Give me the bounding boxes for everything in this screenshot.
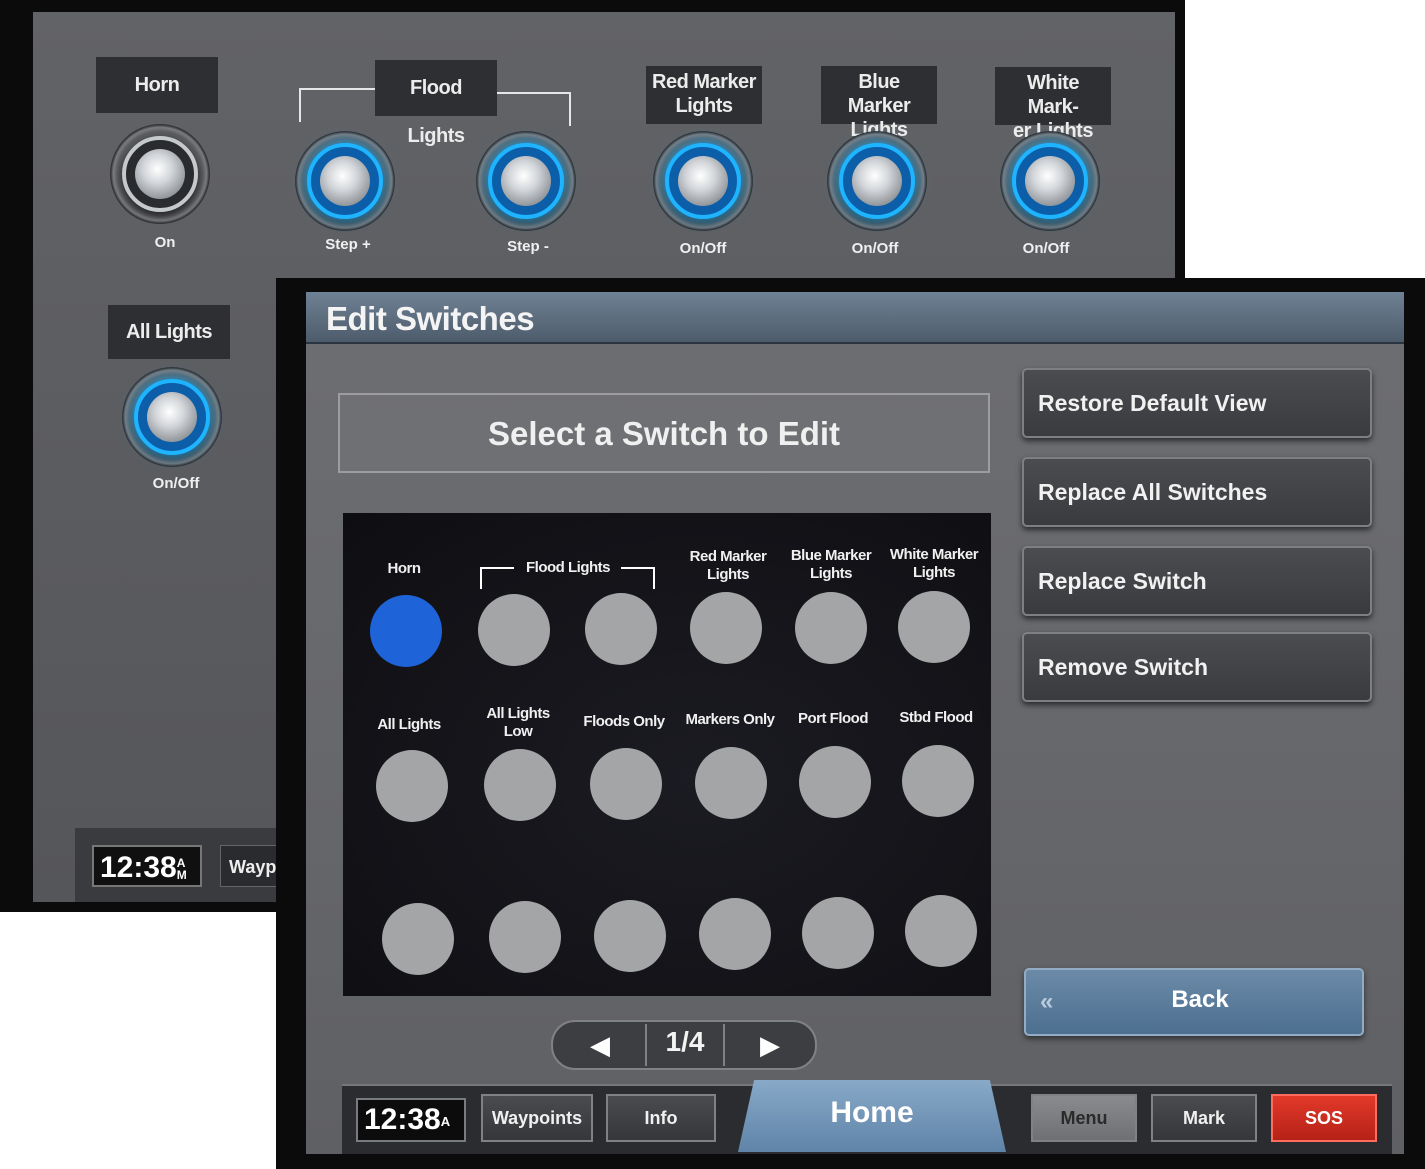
clock: 12:38A [356,1098,466,1142]
waypoints-button[interactable]: Waypoints [481,1094,593,1142]
grid-label-white-marker: White Marker Lights [882,546,986,582]
all-lights-cap [147,392,197,442]
all-lights-label: All Lights [108,305,230,359]
red-marker-label: Red Marker Lights [646,66,762,124]
grid-slot-port-flood[interactable] [799,746,871,818]
flood-step-up-switch[interactable] [295,131,395,231]
grid-label-blue-marker-line2: Lights [810,565,853,582]
blue-marker-cap [852,156,902,206]
flood-step-up-cap [320,156,370,206]
grid-label-all-lights-low: All Lights Low [466,705,570,741]
previous-page-button[interactable]: ◀ [557,1022,643,1068]
back-clock-ampm-m: M [176,868,187,883]
home-tab[interactable]: Home [738,1080,1006,1152]
blue-marker-switch[interactable] [827,131,927,231]
grid-slot-stbd-flood[interactable] [902,745,974,817]
grid-label-all-lights-low-line2: Low [503,723,533,740]
blue-marker-state-label: On/Off [851,240,899,257]
grid-slot-flood-step-up[interactable] [478,594,550,666]
grid-slot-markers-only[interactable] [695,747,767,819]
clock-time: 12:38 [364,1103,441,1136]
grid-slot-flood-step-down[interactable] [585,593,657,665]
page-indicator: 1/4 [665,1026,705,1057]
horn-switch[interactable] [110,124,210,224]
red-marker-label-line1: Red Marker [652,71,756,93]
grid-label-markers-only: Markers Only [685,711,775,728]
triangle-right-icon: ▶ [760,1029,780,1060]
pager-divider [723,1024,725,1066]
triangle-left-icon: ◀ [590,1029,610,1060]
flood-bracket-right [497,92,571,126]
replace-switch-button[interactable]: Replace Switch [1022,546,1372,616]
grid-slot-empty-4[interactable] [699,898,771,970]
clock-ampm: A [440,1113,451,1129]
grid-label-port-flood: Port Flood [798,710,869,727]
red-marker-label-line2: Lights [675,95,734,117]
white-marker-label-line1: White Mark- [1027,72,1079,118]
grid-flood-bracket-right [621,567,655,589]
mark-button[interactable]: Mark [1151,1094,1257,1142]
grid-slot-blue-marker[interactable] [795,592,867,664]
flood-step-up-label: Step + [325,236,371,253]
white-marker-cap [1025,156,1075,206]
back-clock: 12:38A M [92,845,202,887]
back-clock-time: 12:38 [100,851,177,884]
grid-slot-red-marker[interactable] [690,592,762,664]
grid-label-red-marker-line1: Red Marker [689,548,767,565]
grid-label-flood-lights: Flood Lights [526,559,610,576]
horn-state-label: On [154,234,176,251]
grid-slot-empty-3[interactable] [594,900,666,972]
grid-label-stbd-flood: Stbd Flood [899,709,973,726]
grid-label-white-marker-line2: Lights [913,564,956,581]
page-title: Edit Switches [326,300,535,337]
flood-step-down-label: Step - [507,238,549,255]
white-marker-switch[interactable] [1000,131,1100,231]
grid-slot-empty-5[interactable] [802,897,874,969]
instruction-banner: Select a Switch to Edit [338,393,990,473]
flood-step-down-switch[interactable] [476,131,576,231]
grid-slot-floods-only[interactable] [590,748,662,820]
next-page-button[interactable]: ▶ [727,1022,813,1068]
grid-label-red-marker-line2: Lights [707,566,750,583]
blue-marker-label-line1: Blue Marker [847,71,911,117]
grid-slot-empty-1[interactable] [382,903,454,975]
all-lights-switch[interactable] [122,367,222,467]
flood-lights-label: Flood Lights [375,60,497,147]
white-marker-label: White Mark- er Lights [995,67,1111,142]
grid-label-floods-only: Floods Only [583,713,665,730]
flood-bracket-left [299,88,377,122]
grid-slot-white-marker[interactable] [898,591,970,663]
back-button-label: Back [1171,986,1229,1013]
grid-slot-horn-selected[interactable] [370,595,442,667]
info-button[interactable]: Info [606,1094,716,1142]
grid-label-all-lights-low-line1: All Lights [486,705,550,722]
grid-flood-bracket-left [480,567,514,589]
flood-step-down-cap [501,156,551,206]
red-marker-cap [678,156,728,206]
remove-switch-button[interactable]: Remove Switch [1022,632,1372,702]
grid-label-horn: Horn [387,560,422,577]
red-marker-state-label: On/Off [679,240,727,257]
grid-label-blue-marker-line1: Blue Marker [790,547,872,564]
grid-label-white-marker-line1: White Marker [889,546,979,563]
menu-button[interactable]: Menu [1031,1094,1137,1142]
red-marker-switch[interactable] [653,131,753,231]
horn-label: Horn [96,57,218,113]
blue-marker-label: Blue Marker Lights [821,66,937,141]
restore-default-view-button[interactable]: Restore Default View [1022,368,1372,438]
horn-switch-cap [135,149,185,199]
grid-slot-empty-6[interactable] [905,895,977,967]
grid-label-blue-marker: Blue Marker Lights [779,547,883,583]
all-lights-state-label: On/Off [152,475,200,492]
white-marker-state-label: On/Off [1022,240,1070,257]
back-waypoints-button[interactable]: Waypoints [220,845,280,887]
grid-slot-all-lights-low[interactable] [484,749,556,821]
grid-slot-all-lights[interactable] [376,750,448,822]
grid-slot-empty-2[interactable] [489,901,561,973]
grid-label-all-lights: All Lights [377,716,441,733]
grid-label-red-marker: Red Marker Lights [676,548,780,584]
sos-button[interactable]: SOS [1271,1094,1377,1142]
replace-all-switches-button[interactable]: Replace All Switches [1022,457,1372,527]
